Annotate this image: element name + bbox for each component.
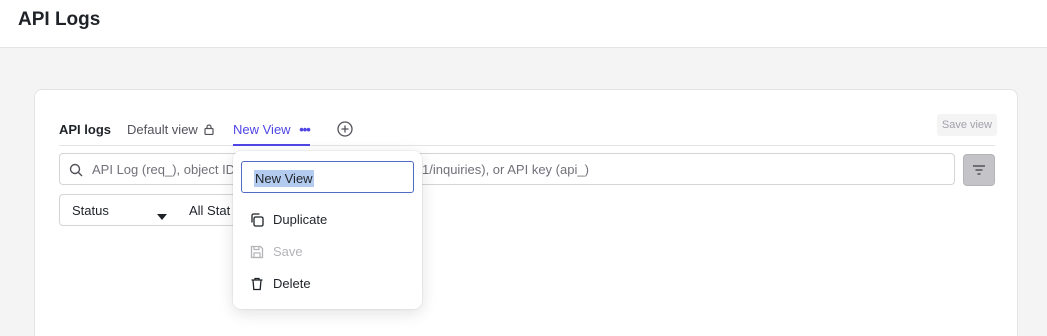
top-bar: API Logs [0, 0, 1047, 48]
view-name-input[interactable]: New View [241, 161, 414, 193]
status-value-label: All Stat [189, 203, 231, 218]
more-options-icon[interactable]: ••• [299, 122, 311, 137]
filter-icon [973, 165, 985, 175]
save-label: Save [273, 244, 303, 259]
add-view-icon[interactable] [336, 120, 354, 138]
search-placeholder-right: 1/inquiries), or API key (api_) [422, 162, 589, 177]
search-input[interactable]: API Log (req_), object ID 1/inquiries), … [59, 153, 955, 185]
trash-icon [249, 276, 265, 295]
tab-api-logs[interactable]: API logs [59, 122, 111, 146]
delete-label: Delete [273, 276, 311, 291]
view-options-menu: New View Duplicate Save Delete [233, 151, 422, 309]
status-filter-label: Status [72, 203, 109, 218]
save-view-button[interactable]: Save view [936, 114, 997, 136]
search-placeholder-left: API Log (req_), object ID [92, 162, 236, 177]
delete-menu-item[interactable]: Delete [241, 270, 414, 298]
tab-default-view-label: Default view [127, 122, 198, 137]
duplicate-menu-item[interactable]: Duplicate [241, 206, 414, 234]
page-title: API Logs [18, 9, 101, 30]
search-icon [69, 163, 83, 182]
duplicate-label: Duplicate [273, 212, 328, 227]
save-menu-item[interactable]: Save [241, 238, 414, 266]
filter-button[interactable] [963, 154, 995, 186]
api-logs-card: API logs Default view New View ••• Save … [34, 89, 1018, 336]
tab-new-view[interactable]: New View ••• [233, 122, 311, 146]
tab-default-view[interactable]: Default view [127, 122, 215, 146]
tab-new-view-label: New View [233, 122, 291, 137]
view-name-value: New View [254, 170, 314, 187]
status-filter-select[interactable]: Status [59, 194, 178, 226]
caret-down-icon [157, 208, 167, 223]
save-icon [249, 244, 265, 263]
duplicate-icon [249, 212, 265, 231]
lock-icon [204, 123, 215, 138]
view-tabs: API logs Default view New View ••• Save … [59, 114, 997, 146]
